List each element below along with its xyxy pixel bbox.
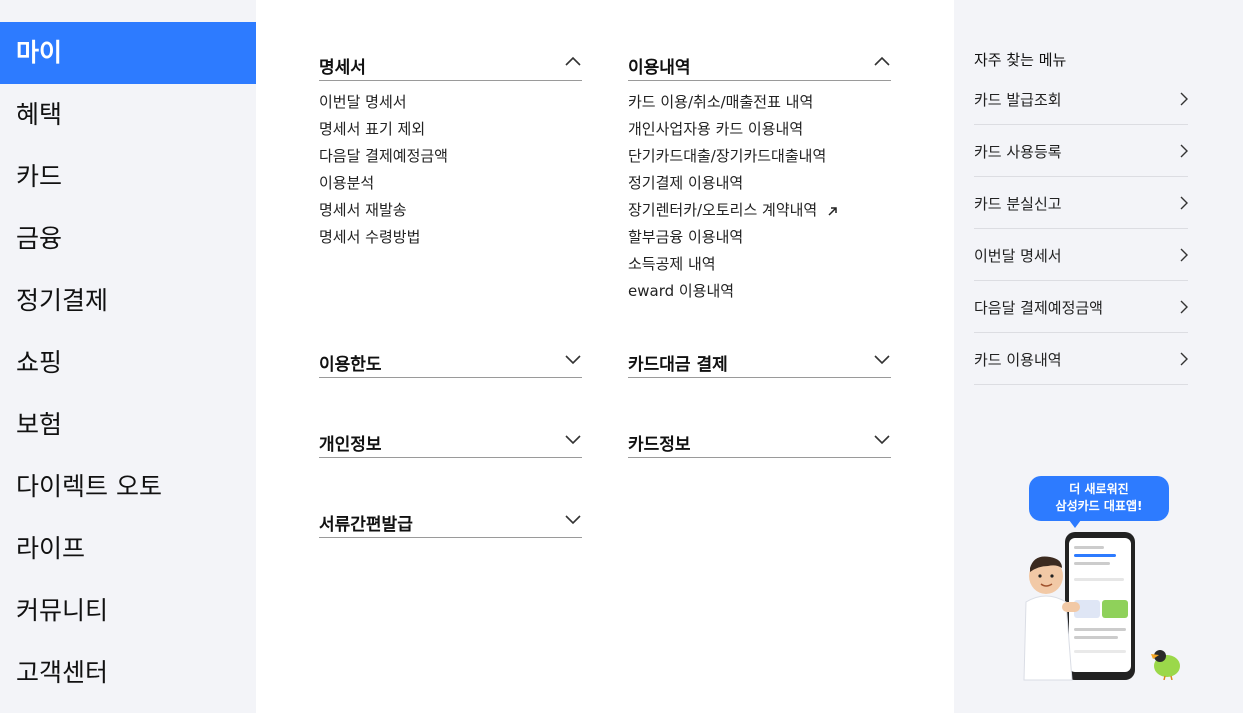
menu-root: 마이 혜택 카드 금융 정기결제 쇼핑 보험 다이렉트 오토 라이프 커뮤니티 …	[0, 0, 1243, 713]
chevron-right-icon	[1180, 196, 1188, 210]
nav-item-benefits[interactable]: 혜택	[0, 84, 256, 146]
link-this-month-statement[interactable]: 이번달 명세서	[319, 89, 582, 116]
nav-item-card[interactable]: 카드	[0, 146, 256, 208]
mascot-man-illustration	[1023, 556, 1080, 681]
fav-item-label: 카드 사용등록	[974, 143, 1062, 161]
link-statement-resend[interactable]: 명세서 재발송	[319, 197, 582, 224]
fav-item-card-issue-inquiry[interactable]: 카드 발급조회	[974, 73, 1188, 125]
link-statement-receive-method[interactable]: 명세서 수령방법	[319, 224, 582, 251]
promo-speech-bubble: 더 새로워진 삼성카드 대표앱!	[1029, 476, 1169, 528]
link-label: 장기렌터카/오토리스 계약내역	[628, 201, 818, 219]
nav-item-customer-center[interactable]: 고객센터	[0, 642, 256, 704]
nav-item-life[interactable]: 라이프	[0, 518, 256, 580]
chevron-right-icon	[1180, 352, 1188, 366]
section-title: 이용내역	[628, 58, 691, 78]
fav-item-label: 카드 분실신고	[974, 195, 1062, 213]
fav-item-label: 이번달 명세서	[974, 247, 1062, 265]
external-link-icon	[828, 206, 837, 216]
fav-item-label: 다음달 결제예정금액	[974, 299, 1103, 317]
nav-item-direct-auto[interactable]: 다이렉트 오토	[0, 456, 256, 518]
section-usage-history: 이용내역 카드 이용/취소/매출전표 내역 개인사업자용 카드 이용내역 단기카…	[628, 33, 891, 305]
nav-item-finance[interactable]: 금융	[0, 208, 256, 270]
nav-item-insurance[interactable]: 보험	[0, 394, 256, 456]
chevron-down-icon	[565, 355, 581, 365]
section-document-issuance: 서류간편발급	[319, 490, 582, 538]
promo-line-1: 더 새로워진	[1069, 482, 1129, 496]
chevron-down-icon	[874, 355, 890, 365]
chevron-up-icon	[874, 56, 890, 66]
fav-item-card-usage-history[interactable]: 카드 이용내역	[974, 333, 1188, 385]
fav-item-next-month-payment[interactable]: 다음달 결제예정금액	[974, 281, 1188, 333]
section-card-payment: 카드대금 결제	[628, 330, 891, 378]
section-usage-history-header[interactable]: 이용내역	[628, 33, 891, 81]
link-card-usage-cancel-receipt[interactable]: 카드 이용/취소/매출전표 내역	[628, 89, 891, 116]
section-title: 카드대금 결제	[628, 355, 728, 375]
favorite-menu-title: 자주 찾는 메뉴	[974, 51, 1067, 69]
section-card-info-header[interactable]: 카드정보	[628, 410, 891, 458]
section-card-payment-header[interactable]: 카드대금 결제	[628, 330, 891, 378]
screen-text-line	[1074, 546, 1104, 549]
chevron-right-icon	[1180, 92, 1188, 106]
link-installment-finance-usage[interactable]: 할부금융 이용내역	[628, 224, 891, 251]
chevron-right-icon	[1180, 300, 1188, 314]
section-title: 이용한도	[319, 355, 382, 375]
section-statement: 명세서 이번달 명세서 명세서 표기 제외 다음달 결제예정금액 이용분석 명세…	[319, 33, 582, 251]
link-usage-analysis[interactable]: 이용분석	[319, 170, 582, 197]
left-nav: 마이 혜택 카드 금융 정기결제 쇼핑 보험 다이렉트 오토 라이프 커뮤니티 …	[0, 0, 256, 713]
section-document-issuance-header[interactable]: 서류간편발급	[319, 490, 582, 538]
nav-item-shopping[interactable]: 쇼핑	[0, 332, 256, 394]
link-statement-exclude[interactable]: 명세서 표기 제외	[319, 116, 582, 143]
fav-item-this-month-statement[interactable]: 이번달 명세서	[974, 229, 1188, 281]
fav-item-card-registration[interactable]: 카드 사용등록	[974, 125, 1188, 177]
mascot-bird-illustration	[1151, 650, 1180, 680]
link-next-month-payment[interactable]: 다음달 결제예정금액	[319, 143, 582, 170]
nav-item-community[interactable]: 커뮤니티	[0, 580, 256, 642]
app-promo-banner[interactable]: 더 새로워진 삼성카드 대표앱!	[1022, 474, 1187, 689]
chevron-right-icon	[1180, 248, 1188, 262]
section-title: 서류간편발급	[319, 515, 413, 535]
link-income-deduction[interactable]: 소득공제 내역	[628, 251, 891, 278]
nav-item-my[interactable]: 마이	[0, 22, 256, 84]
statement-links: 이번달 명세서 명세서 표기 제외 다음달 결제예정금액 이용분석 명세서 재발…	[319, 81, 582, 251]
link-card-loan-history[interactable]: 단기카드대출/장기카드대출내역	[628, 143, 891, 170]
nav-item-subscription[interactable]: 정기결제	[0, 270, 256, 332]
chevron-up-icon	[565, 56, 581, 66]
chevron-down-icon	[565, 435, 581, 445]
section-usage-limit: 이용한도	[319, 330, 582, 378]
chevron-right-icon	[1180, 144, 1188, 158]
fav-item-label: 카드 이용내역	[974, 351, 1062, 369]
chevron-down-icon	[565, 515, 581, 525]
link-rentcar-lease-contract[interactable]: 장기렌터카/오토리스 계약내역	[628, 197, 891, 224]
fav-item-card-loss-report[interactable]: 카드 분실신고	[974, 177, 1188, 229]
link-subscription-usage[interactable]: 정기결제 이용내역	[628, 170, 891, 197]
section-title: 카드정보	[628, 435, 691, 455]
chevron-down-icon	[874, 435, 890, 445]
link-eward-usage[interactable]: eward 이용내역	[628, 278, 891, 305]
section-statement-header[interactable]: 명세서	[319, 33, 582, 81]
main-menu-area: 명세서 이번달 명세서 명세서 표기 제외 다음달 결제예정금액 이용분석 명세…	[256, 0, 954, 713]
link-business-card-usage[interactable]: 개인사업자용 카드 이용내역	[628, 116, 891, 143]
section-card-info: 카드정보	[628, 410, 891, 458]
section-title: 명세서	[319, 58, 366, 78]
section-personal-info: 개인정보	[319, 410, 582, 458]
screen-card-illustration	[1102, 600, 1128, 618]
usage-history-links: 카드 이용/취소/매출전표 내역 개인사업자용 카드 이용내역 단기카드대출/장…	[628, 81, 891, 305]
promo-line-2: 삼성카드 대표앱!	[1055, 499, 1143, 513]
section-title: 개인정보	[319, 435, 382, 455]
section-usage-limit-header[interactable]: 이용한도	[319, 330, 582, 378]
fav-item-label: 카드 발급조회	[974, 91, 1062, 109]
section-personal-info-header[interactable]: 개인정보	[319, 410, 582, 458]
